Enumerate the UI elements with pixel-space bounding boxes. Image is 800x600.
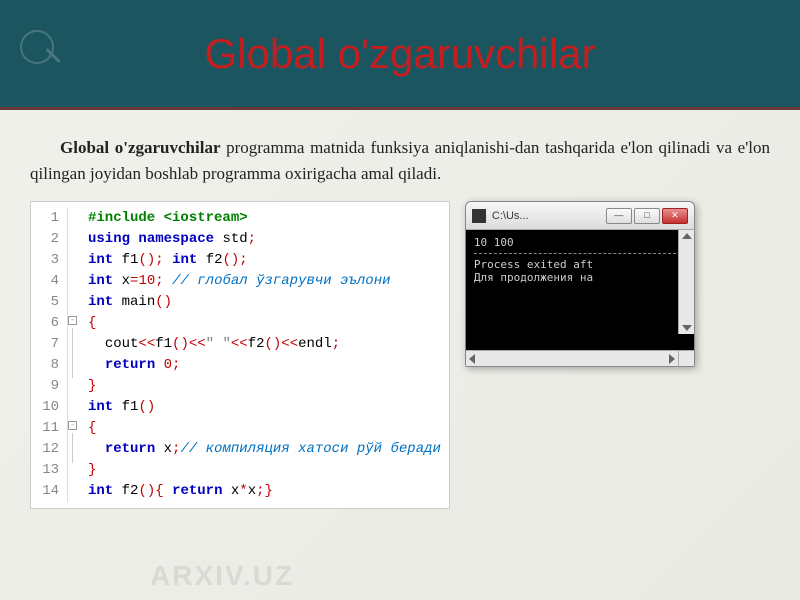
code-line: return 0; [88, 355, 441, 376]
fold-line [72, 328, 73, 378]
line-number-gutter: 1234567891011121314 [39, 208, 68, 502]
line-number: 8 [39, 355, 59, 376]
code-editor: 1234567891011121314 - - #include <iostre… [30, 201, 450, 509]
minimize-button[interactable] [606, 208, 632, 224]
maximize-button[interactable] [634, 208, 660, 224]
code-lines: #include <iostream>using namespace std;i… [82, 208, 441, 502]
console-app-icon [472, 209, 486, 223]
code-line: int x=10; // глобал ўзгарувчи эълони [88, 271, 441, 292]
line-number: 13 [39, 460, 59, 481]
code-line: { [88, 418, 441, 439]
code-line: int f2(){ return x*x;} [88, 481, 441, 502]
magnifier-icon [20, 30, 70, 80]
code-line: #include <iostream> [88, 208, 441, 229]
line-number: 2 [39, 229, 59, 250]
console-divider [474, 253, 686, 254]
console-body: 10 100 Process exited aft Для продолжени… [466, 230, 694, 350]
console-output-line: 10 100 [474, 236, 686, 249]
line-number: 1 [39, 208, 59, 229]
line-number: 5 [39, 292, 59, 313]
code-line: { [88, 313, 441, 334]
line-number: 10 [39, 397, 59, 418]
line-number: 14 [39, 481, 59, 502]
code-line: } [88, 460, 441, 481]
code-line: int main() [88, 292, 441, 313]
vertical-scrollbar[interactable] [678, 230, 694, 334]
fold-minus-icon: - [68, 316, 77, 325]
line-number: 11 [39, 418, 59, 439]
fold-column: - - [68, 208, 82, 502]
paragraph-bold: Global o'zgaruvchilar [60, 138, 221, 157]
fold-minus-icon: - [68, 421, 77, 430]
line-number: 9 [39, 376, 59, 397]
horizontal-scrollbar[interactable] [466, 350, 694, 366]
code-line: cout<<f1()<<" "<<f2()<<endl; [88, 334, 441, 355]
code-line: int f1(); int f2(); [88, 250, 441, 271]
console-title: C:\Us... [492, 210, 606, 222]
code-line: } [88, 376, 441, 397]
line-number: 3 [39, 250, 59, 271]
line-number: 12 [39, 439, 59, 460]
fold-line [72, 433, 73, 463]
slide-header: Global o'zgaruvchilar [0, 0, 800, 110]
console-window: C:\Us... 10 100 Process exited aft Для п… [465, 201, 695, 367]
line-number: 4 [39, 271, 59, 292]
description-paragraph: Global o'zgaruvchilar programma matnida … [30, 135, 770, 186]
slide-title: Global o'zgaruvchilar [205, 30, 596, 78]
code-line: using namespace std; [88, 229, 441, 250]
line-number: 7 [39, 334, 59, 355]
slide-content: Global o'zgaruvchilar programma matnida … [0, 110, 800, 519]
console-output-line: Process exited aft [474, 258, 686, 271]
console-output-line: Для продолжения на [474, 271, 686, 284]
resize-grip[interactable] [678, 350, 694, 366]
line-number: 6 [39, 313, 59, 334]
code-line: return x;// компиляция хатоси рўй беради [88, 439, 441, 460]
close-button[interactable] [662, 208, 688, 224]
console-titlebar: C:\Us... [466, 202, 694, 230]
window-buttons [606, 208, 688, 224]
code-area: 1234567891011121314 - - #include <iostre… [30, 201, 770, 509]
code-line: int f1() [88, 397, 441, 418]
